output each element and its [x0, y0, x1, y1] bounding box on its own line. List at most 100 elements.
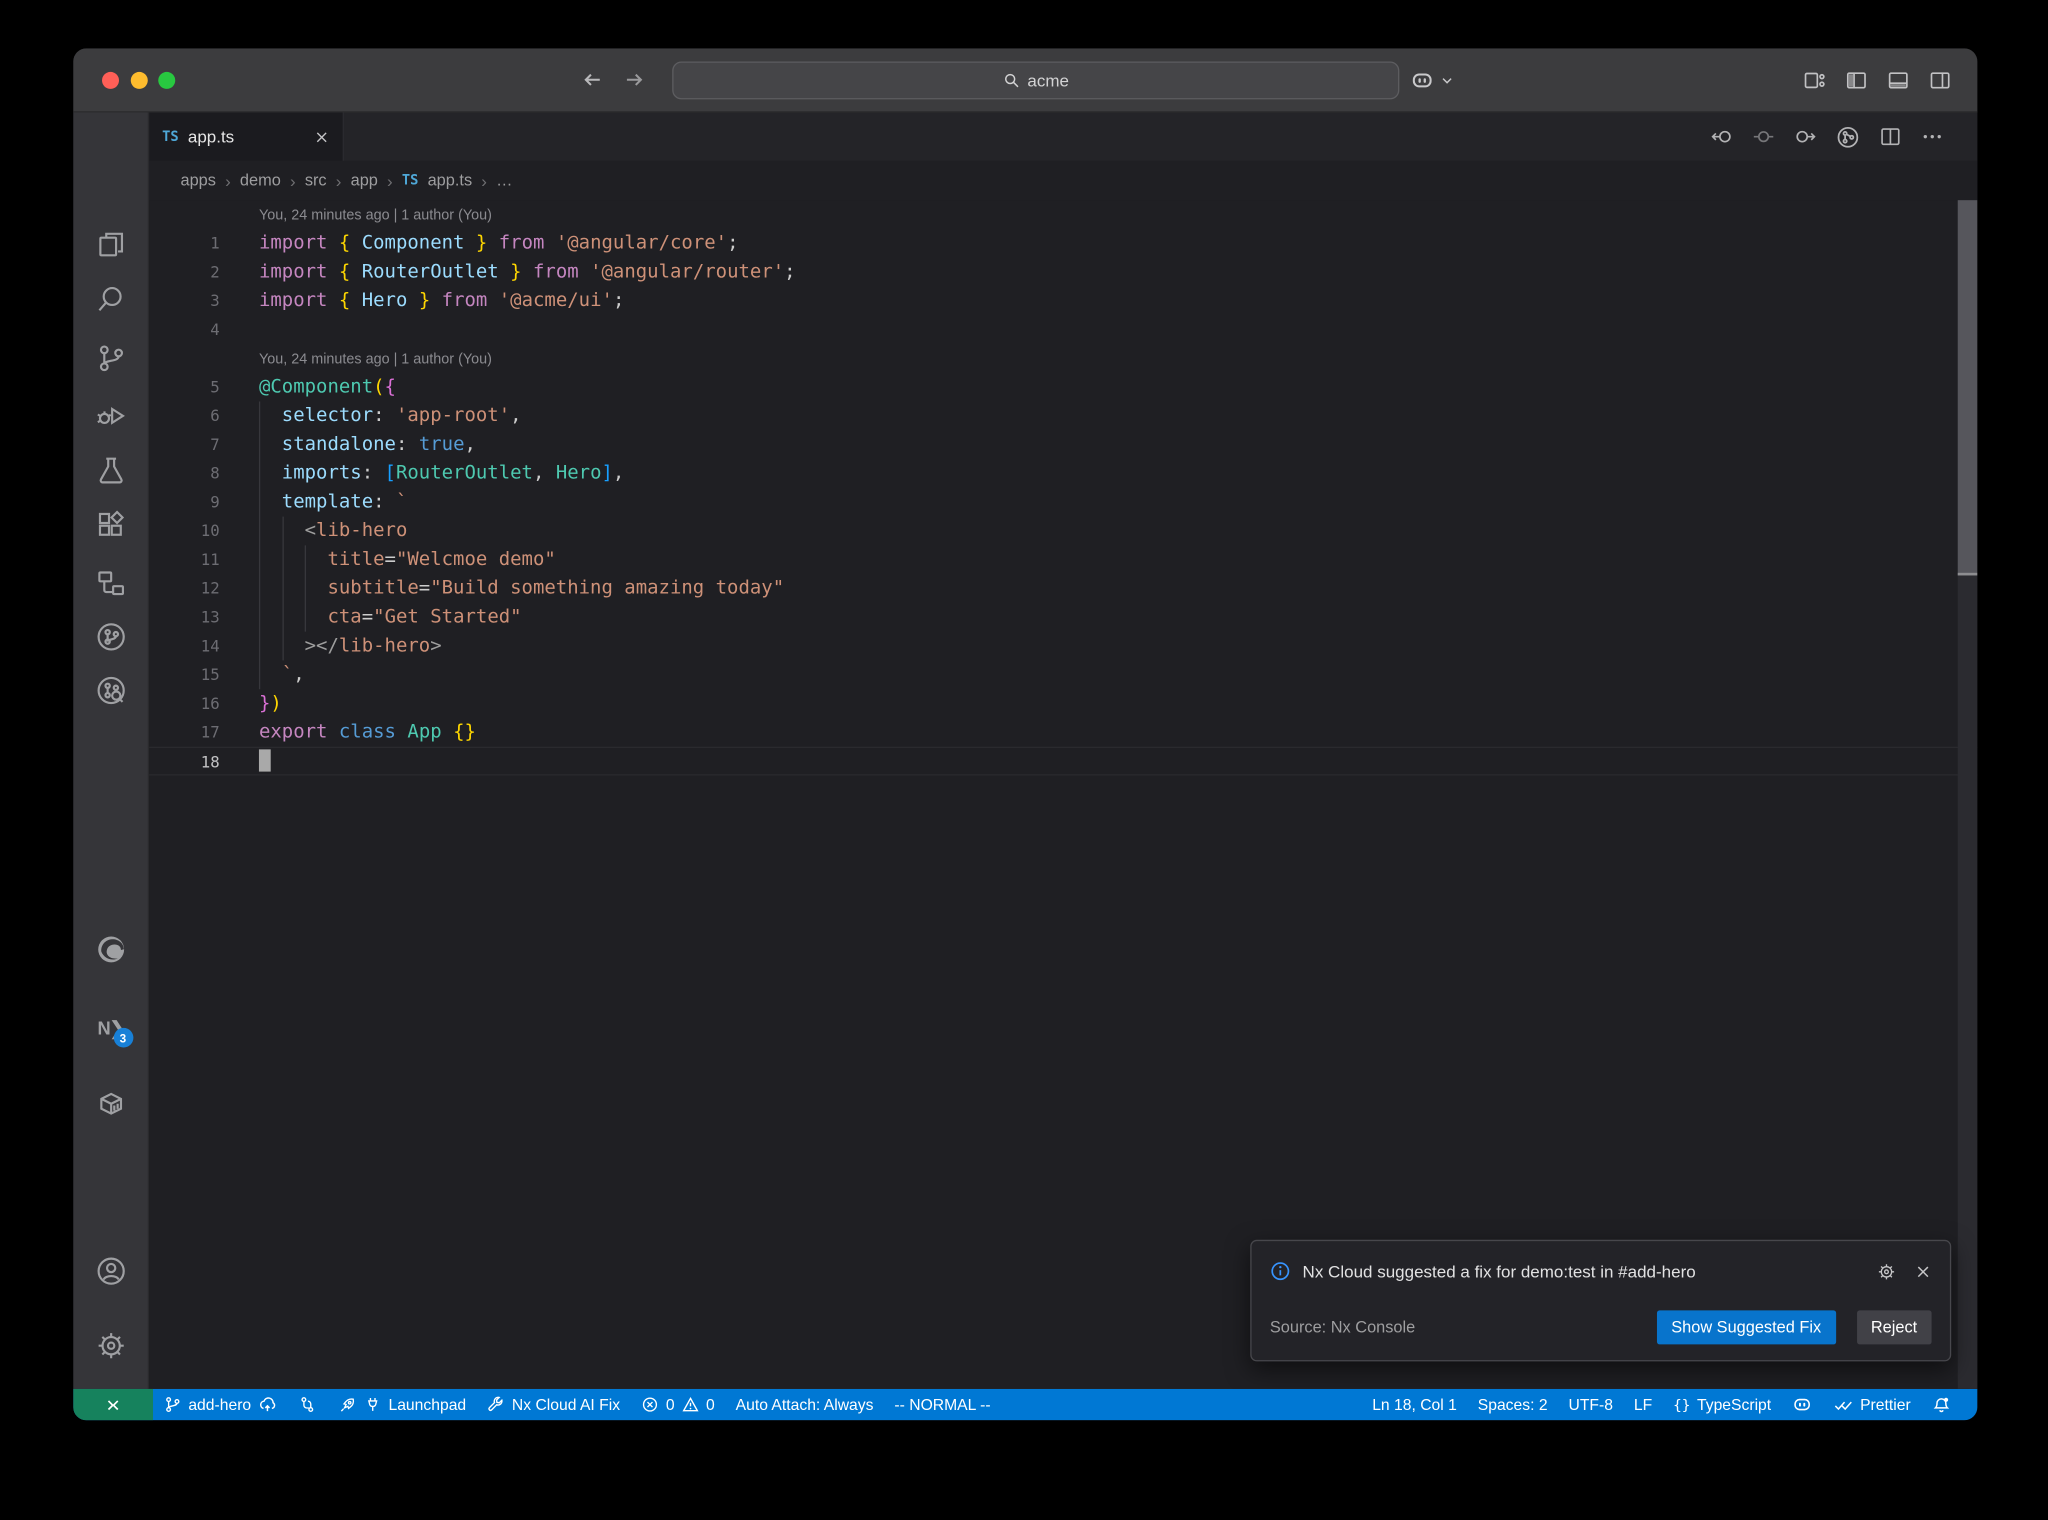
code-row[interactable]: 5 @Component({	[149, 373, 1977, 402]
code-row[interactable]: 13 cta="Get Started"	[149, 603, 1977, 632]
more-actions-icon[interactable]	[1921, 126, 1943, 148]
breadcrumb-item[interactable]: app	[351, 171, 378, 189]
breadcrumb-item[interactable]: src	[305, 171, 327, 189]
code-row[interactable]: 16})	[149, 689, 1977, 718]
code-row[interactable]: 7 standalone: true,	[149, 430, 1977, 459]
gitlens-graph-icon[interactable]	[1836, 125, 1860, 149]
breadcrumb-item[interactable]: apps	[180, 171, 215, 189]
auto-attach-item[interactable]: Auto Attach: Always	[725, 1395, 884, 1413]
line-number: 6	[210, 406, 220, 426]
notification-source: Source: Nx Console	[1269, 1318, 1416, 1337]
search-value: acme	[1027, 70, 1069, 91]
code-row[interactable]: 11 title="Welcmoe demo"	[149, 545, 1977, 574]
code-row[interactable]: 3 import { Hero } from '@acme/ui';	[149, 286, 1977, 315]
braces-icon: {}	[1673, 1396, 1691, 1414]
copilot-menu[interactable]	[1410, 48, 1454, 111]
code-row[interactable]: 1 import { Component } from '@angular/cor…	[149, 229, 1977, 258]
code-editor[interactable]: You, 24 minutes ago | 1 author (You) 1 imp…	[149, 200, 1978, 1389]
nx-cloud-fix-item[interactable]: Nx Cloud AI Fix	[477, 1395, 631, 1414]
remote-indicator[interactable]	[73, 1388, 154, 1421]
encoding-item[interactable]: UTF-8	[1558, 1395, 1623, 1413]
nx-console-icon[interactable]: N❯ 3	[95, 1017, 133, 1048]
chevron-right-icon: ›	[225, 170, 231, 191]
editor-cursor	[258, 749, 271, 772]
gitlens-back-icon[interactable]	[1711, 126, 1733, 148]
explorer-icon[interactable]	[95, 229, 126, 260]
code-row[interactable]: 17 export class App {}	[149, 718, 1977, 747]
run-debug-icon[interactable]	[95, 400, 126, 431]
command-center-search[interactable]: acme	[672, 61, 1400, 100]
project-structure-icon[interactable]	[95, 568, 126, 599]
testing-icon[interactable]	[95, 455, 126, 486]
history-back-icon[interactable]	[581, 68, 605, 92]
edge-browser-icon[interactable]	[95, 934, 126, 965]
show-suggested-fix-button[interactable]: Show Suggested Fix	[1656, 1310, 1836, 1345]
close-window-button[interactable]	[102, 71, 120, 89]
breadcrumb-item[interactable]: …	[496, 171, 512, 189]
branch-status-item[interactable]: add-hero	[153, 1395, 288, 1415]
code-row[interactable]: 4	[149, 315, 1977, 344]
nx-badge: 3	[113, 1027, 133, 1048]
code-row[interactable]: 18	[149, 746, 1978, 776]
cursor-position-item[interactable]: Ln 18, Col 1	[1362, 1395, 1468, 1413]
eol-item[interactable]: LF	[1623, 1395, 1662, 1413]
code-row[interactable]: 2 import { RouterOutlet } from '@angular/…	[149, 258, 1977, 287]
toggle-primary-sidebar-icon[interactable]	[1845, 69, 1867, 91]
language-mode-item[interactable]: {} TypeScript	[1663, 1395, 1782, 1413]
source-control-icon[interactable]	[95, 343, 126, 374]
reject-button[interactable]: Reject	[1856, 1310, 1932, 1345]
breadcrumb-item[interactable]: app.ts	[428, 171, 473, 189]
notifications-bell-item[interactable]	[1921, 1395, 1962, 1415]
accounts-icon[interactable]	[95, 1255, 126, 1286]
code-lines: You, 24 minutes ago | 1 author (You) 1 imp…	[149, 200, 1978, 776]
tab-app-ts[interactable]: TS app.ts	[149, 112, 344, 161]
settings-gear-icon[interactable]	[95, 1330, 126, 1361]
customize-layout-icon[interactable]	[1803, 69, 1825, 91]
editor-scrollbar[interactable]	[1957, 200, 1978, 1389]
code-row[interactable]: 14 ></lib-hero>	[149, 632, 1977, 661]
git-compare-item[interactable]	[288, 1395, 327, 1413]
codelens-row[interactable]: You, 24 minutes ago | 1 author (You)	[149, 344, 1977, 373]
codelens-blame-text[interactable]: You, 24 minutes ago | 1 author (You)	[259, 352, 492, 368]
notification-gear-icon[interactable]	[1877, 1261, 1897, 1281]
breadcrumb-item[interactable]: demo	[240, 171, 281, 189]
toggle-panel-icon[interactable]	[1887, 69, 1909, 91]
indent-guide	[258, 401, 261, 690]
toggle-secondary-sidebar-icon[interactable]	[1929, 69, 1951, 91]
history-forward-icon[interactable]	[623, 68, 647, 92]
code-row[interactable]: 10 <lib-hero	[149, 517, 1977, 546]
line-number: 11	[200, 550, 220, 569]
split-editor-icon[interactable]	[1879, 126, 1901, 148]
problems-item[interactable]: 0 0	[631, 1395, 726, 1414]
codelens-row[interactable]: You, 24 minutes ago | 1 author (You)	[149, 200, 1977, 229]
gitlens-current-icon[interactable]	[1752, 126, 1774, 148]
gitlens-forward-icon[interactable]	[1794, 126, 1816, 148]
formatter-item[interactable]: Prettier	[1823, 1395, 1921, 1415]
copilot-status-item[interactable]	[1782, 1394, 1824, 1415]
minimize-window-button[interactable]	[130, 71, 148, 89]
chevron-right-icon: ›	[289, 170, 296, 191]
extensions-icon[interactable]	[95, 510, 126, 541]
codelens-blame-text[interactable]: You, 24 minutes ago | 1 author (You)	[259, 208, 492, 224]
chevron-right-icon: ›	[387, 170, 393, 191]
close-tab-icon[interactable]	[314, 129, 330, 145]
vim-mode-item[interactable]: -- NORMAL --	[884, 1395, 1001, 1413]
code-row[interactable]: 6 selector: 'app-root',	[149, 401, 1977, 430]
containers-icon[interactable]	[95, 1088, 126, 1119]
zoom-window-button[interactable]	[158, 71, 176, 89]
wrench-icon	[487, 1395, 505, 1413]
scrollbar-thumb[interactable]	[1957, 200, 1978, 576]
code-row[interactable]: 8 imports: [RouterOutlet, Hero],	[149, 459, 1977, 488]
gitlens-icon[interactable]	[95, 621, 126, 652]
notification-close-icon[interactable]	[1915, 1263, 1932, 1280]
code-row[interactable]: 15 `,	[149, 660, 1977, 689]
code-row[interactable]: 9 template: `	[149, 488, 1977, 517]
gitlens-search-icon[interactable]	[95, 675, 126, 706]
search-icon[interactable]	[95, 284, 126, 315]
breadcrumb: apps › demo › src › app › TS app.ts › …	[149, 160, 1978, 201]
indentation-item[interactable]: Spaces: 2	[1467, 1395, 1558, 1413]
code-row[interactable]: 12 subtitle="Build something amazing tod…	[149, 574, 1977, 603]
nx-cloud-fix-label: Nx Cloud AI Fix	[511, 1395, 621, 1414]
launchpad-item[interactable]: Launchpad	[327, 1395, 477, 1415]
line-number: 15	[200, 665, 220, 684]
